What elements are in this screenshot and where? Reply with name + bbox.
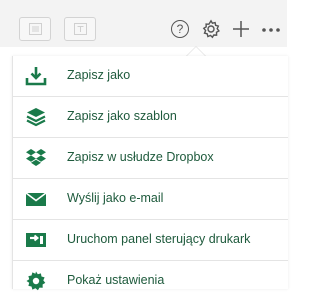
text-button[interactable] [64, 17, 96, 41]
menu-item-send-email[interactable]: Wyślij jako e-mail [13, 179, 288, 220]
menu-item-show-settings[interactable]: Pokaż ustawienia [13, 261, 288, 301]
menu-item-label: Wyślij jako e-mail [67, 191, 164, 205]
envelope-icon [25, 192, 47, 206]
toolbar: ? [0, 0, 287, 47]
menu-item-save-as[interactable]: Zapisz jako [13, 56, 288, 97]
menu-item-label: Uruchom panel sterujący drukark [67, 232, 251, 246]
list-view-button[interactable] [19, 17, 51, 41]
share-menu: Zapisz jako Zapisz jako szablon Zapisz w… [12, 56, 288, 291]
plus-icon[interactable] [232, 20, 250, 38]
menu-item-label: Zapisz jako [67, 68, 131, 82]
menu-item-label: Zapisz w usłudze Dropbox [67, 150, 214, 164]
layers-icon [26, 108, 46, 127]
help-icon[interactable]: ? [171, 20, 189, 38]
menu-item-label: Pokaż ustawienia [67, 273, 165, 287]
text-icon [74, 23, 87, 35]
menu-item-save-as-template[interactable]: Zapisz jako szablon [13, 97, 288, 138]
printer-panel-icon [26, 233, 46, 247]
list-icon [29, 23, 42, 35]
download-icon [25, 67, 47, 86]
menu-item-save-to-dropbox[interactable]: Zapisz w usłudze Dropbox [13, 138, 288, 179]
menu-item-printer-panel[interactable]: Uruchom panel sterujący drukark [13, 220, 288, 261]
more-icon[interactable] [262, 28, 284, 32]
menu-item-label: Zapisz jako szablon [67, 109, 177, 123]
dropbox-icon [26, 149, 46, 166]
gear-icon[interactable] [201, 19, 221, 39]
